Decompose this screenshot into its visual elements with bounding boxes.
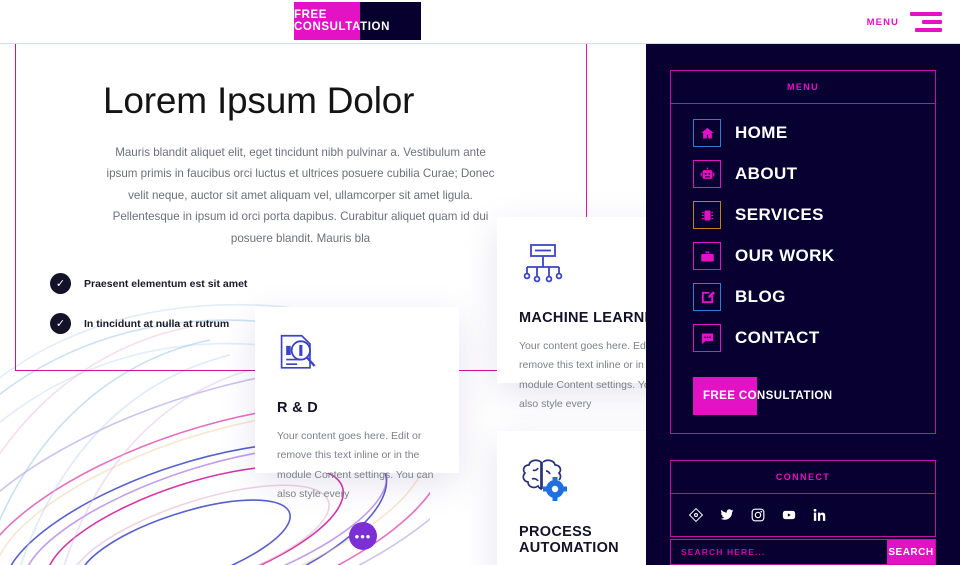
search-input[interactable]: [671, 540, 887, 564]
sidebar-item-about[interactable]: ABOUT: [693, 160, 913, 188]
menu-panel-title: MENU: [786, 82, 820, 92]
document-magnifier-icon: [277, 333, 437, 383]
check-label: Praesent elementum est sit amet: [84, 277, 248, 290]
top-bar: FREE CONSULTATION MENU: [0, 0, 960, 44]
twitter-icon[interactable]: [720, 508, 734, 522]
menu-toggle-label: MENU: [866, 16, 899, 28]
hero-paragraph: Mauris blandit aliquet elit, eget tincid…: [106, 146, 495, 245]
chip-icon: [693, 201, 721, 229]
sidebar-item-label: HOME: [735, 123, 788, 142]
linkedin-icon[interactable]: [813, 508, 827, 522]
sidebar-item-label: OUR WORK: [735, 246, 835, 265]
page-title: Lorem Ipsum Dolor: [103, 80, 415, 121]
sidebar-nav: HOME ABOUT SERVICES OUR WORK BLOG CONTAC…: [671, 104, 935, 371]
search-bar: SEARCH: [670, 539, 936, 565]
connect-panel: CONNECT: [670, 460, 936, 537]
speech-bubble-icon: [693, 324, 721, 352]
menu-panel-header: MENU: [671, 71, 935, 104]
pencil-square-icon: [693, 283, 721, 311]
sidebar-item-services[interactable]: SERVICES: [693, 201, 913, 229]
youtube-icon[interactable]: [782, 508, 796, 522]
briefcase-icon: [693, 242, 721, 270]
dribbble-icon[interactable]: [689, 508, 703, 522]
house-icon: [693, 119, 721, 147]
hamburger-icon: [910, 12, 942, 32]
sidebar-item-home[interactable]: HOME: [693, 119, 913, 147]
instagram-icon[interactable]: [751, 508, 765, 522]
sidebar-item-blog[interactable]: BLOG: [693, 283, 913, 311]
sidebar-cta-label: FREE CONSULTATION: [703, 390, 833, 402]
search-button[interactable]: SEARCH: [887, 540, 935, 564]
sidebar: MENU HOME ABOUT SERVICES OUR WORK BLOG C…: [646, 44, 960, 565]
sidebar-item-our-work[interactable]: OUR WORK: [693, 242, 913, 270]
menu-panel: MENU HOME ABOUT SERVICES OUR WORK BLOG C…: [670, 70, 936, 434]
social-links: [671, 494, 935, 536]
top-cta-label: FREE CONSULTATION: [294, 9, 390, 33]
check-icon: ✓: [50, 313, 71, 335]
card-rd[interactable]: R & D Your content goes here. Edit or re…: [255, 307, 459, 500]
robot-icon: [693, 160, 721, 188]
page-root: FREE CONSULTATION MENU Lorem Ipsum Dolor…: [0, 0, 960, 565]
sidebar-item-label: CONTACT: [735, 328, 820, 347]
connect-panel-title: CONNECT: [775, 472, 831, 482]
top-free-consultation-button[interactable]: FREE CONSULTATION: [294, 2, 421, 40]
sidebar-item-label: SERVICES: [735, 205, 824, 224]
more-dots-icon: •••: [354, 528, 372, 544]
check-icon: ✓: [50, 273, 71, 295]
sidebar-item-label: ABOUT: [735, 164, 798, 183]
sidebar-item-label: BLOG: [735, 287, 786, 306]
card-title: R & D: [277, 400, 318, 416]
more-options-button[interactable]: •••: [349, 522, 377, 550]
menu-toggle-button[interactable]: MENU: [867, 8, 942, 36]
card-body: Your content goes here. Edit or remove t…: [277, 430, 434, 501]
sidebar-item-contact[interactable]: CONTACT: [693, 324, 913, 352]
sidebar-free-consultation-button[interactable]: FREE CONSULTATION: [693, 377, 832, 415]
check-label: In tincidunt at nulla at rutrum: [84, 317, 230, 330]
connect-panel-header: CONNECT: [671, 461, 935, 494]
